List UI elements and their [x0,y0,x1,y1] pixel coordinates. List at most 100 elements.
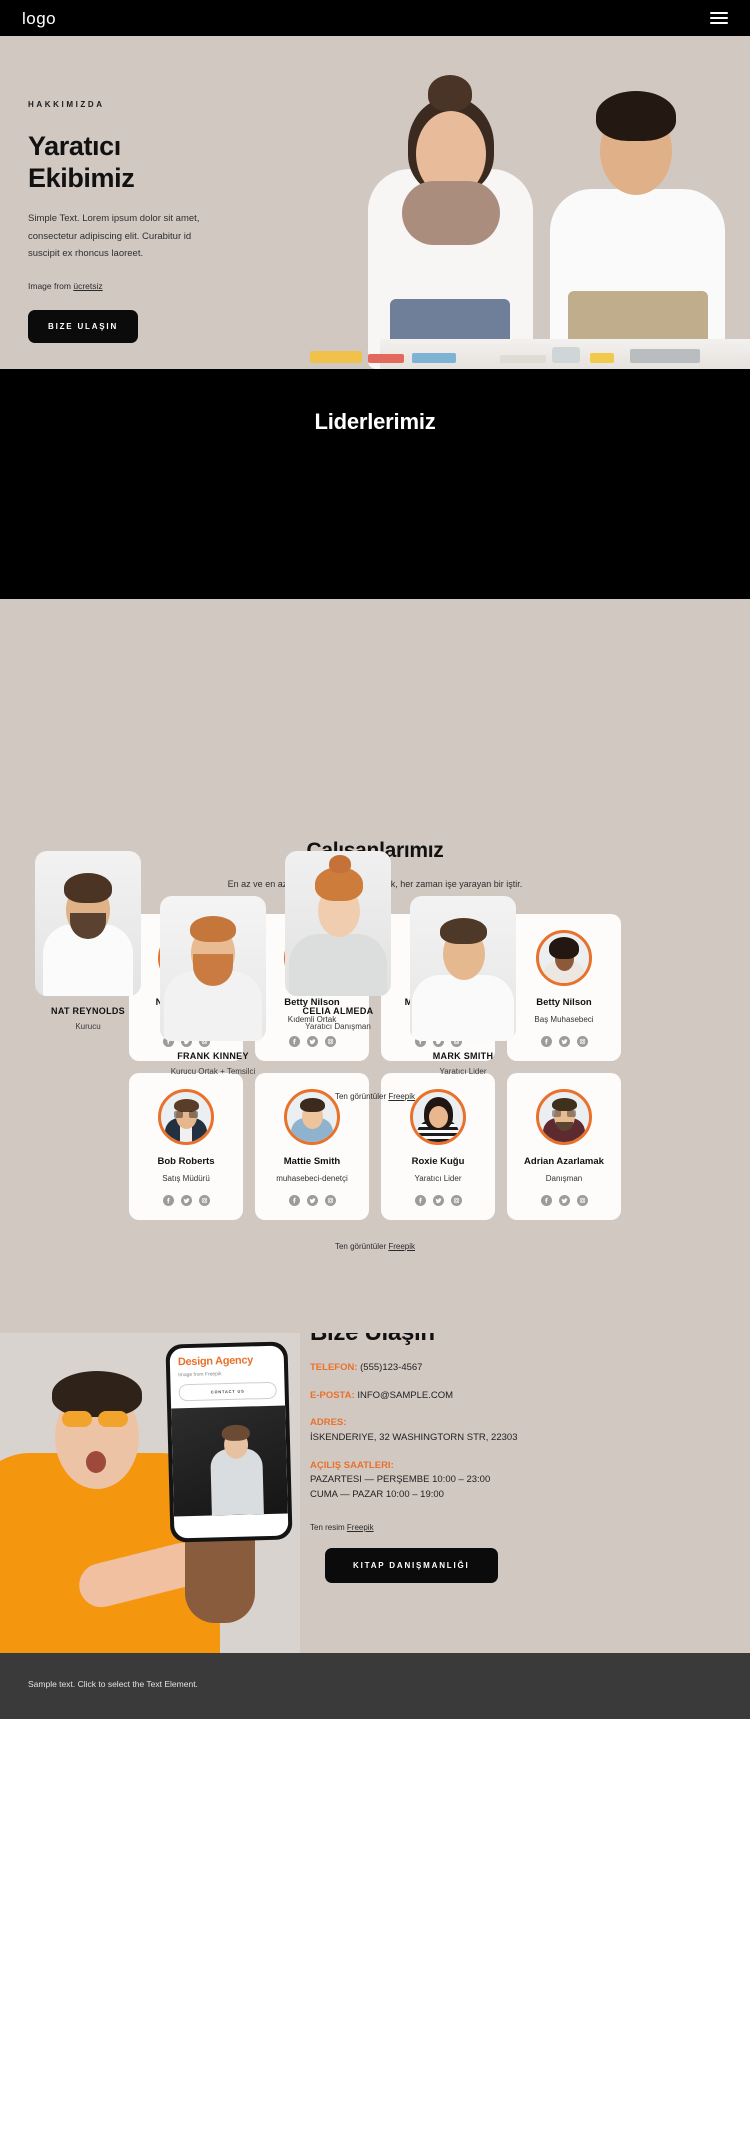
facebook-icon[interactable] [414,1194,426,1206]
contact-phone-row: TELEFON: (555)123-4567 [310,1361,710,1375]
contact-section: Design Agency Image from Freepik CONTACT… [0,1332,750,1653]
hero-desk-items [290,339,750,369]
contact-hours-label: AÇILIŞ SAATLERI: [310,1459,394,1471]
hero-title-line-2: Ekibimiz [28,162,135,193]
contact-address-value: İSKENDERIYE, 32 WASHINGTORN STR, 22303 [310,1431,518,1443]
hero-paragraph: Simple Text. Lorem ipsum dolor sit amet,… [28,213,200,260]
section-spacer [0,1260,750,1333]
twitter-icon[interactable] [180,1194,192,1206]
leader-role: Yaratıcı Lider [439,1067,487,1076]
instagram-icon[interactable] [450,1194,462,1206]
staff-name: Bob Roberts [157,1155,215,1167]
hero-cta-button[interactable]: BIZE ULAŞIN [28,309,139,343]
twitter-icon[interactable] [558,1194,570,1206]
contact-address-row: ADRES: İSKENDERIYE, 32 WASHINGTORN STR, … [310,1416,710,1445]
contact-hours-line-2: CUMA — PAZAR 10:00 – 19:00 [310,1489,444,1501]
contact-hours-line-1: PAZARTESI — PERŞEMBE 10:00 – 23:00 [310,1474,491,1486]
phone-mockup-image [171,1405,288,1517]
leader-name: CELIA ALMEDA [302,1006,374,1016]
leaders-credit-link[interactable]: Freepik [388,1092,415,1101]
staff-credit-link[interactable]: Freepik [388,1242,415,1251]
facebook-icon[interactable] [162,1194,174,1206]
leaders-credit-prefix: Ten görüntüler [334,1092,389,1101]
instagram-icon[interactable] [324,1194,336,1206]
staff-role: muhasebeci-denetçi [276,1173,348,1183]
leader-photo [410,896,516,1041]
leader-card[interactable]: CELIA ALMEDA Yaratıcı Danışman [285,851,391,1031]
contact-phone-value[interactable]: (555)123-4567 [360,1362,422,1373]
twitter-icon[interactable] [306,1194,318,1206]
hero-credit-link[interactable]: ücretsiz [73,281,102,291]
hero-image-credit: Image from ücretsiz [28,281,300,291]
instagram-icon[interactable] [576,1194,588,1206]
site-footer: Sample text. Click to select the Text El… [0,1652,750,1719]
staff-image-credit: Ten görüntüler Freepik [0,1242,750,1251]
social-links [540,1183,588,1206]
contact-email-label: E-POSTA: [310,1390,355,1401]
staff-name: Roxie Kuğu [411,1155,465,1167]
hamburger-menu-icon[interactable] [710,12,728,24]
staff-credit-prefix: Ten görüntüler [334,1241,389,1251]
leader-card[interactable]: MARK SMITH Yaratıcı Lider [410,896,516,1076]
contact-title: Bize Ulaşın [310,1333,710,1347]
twitter-icon[interactable] [432,1194,444,1206]
leaders-title: Liderlerimiz [314,409,436,434]
site-logo[interactable]: logo [22,10,56,27]
leader-name: MARK SMITH [432,1051,494,1061]
contact-phone-label: TELEFON: [310,1361,358,1373]
facebook-icon[interactable] [288,1194,300,1206]
hero-team-photo [290,36,750,369]
social-links [288,1183,336,1206]
leaders-image-credit: Ten görüntüler Freepik [0,1092,750,1101]
page-root: logo HAKKIMIZDA Yaratıcı Ekibimiz Simple… [0,0,750,1719]
contact-details: Bize Ulaşın TELEFON: (555)123-4567 E-POS… [310,1333,710,1583]
contact-email-row: E-POSTA: INFO@SAMPLE.COM [310,1389,710,1403]
leader-card[interactable]: NAT REYNOLDS Kurucu [35,851,141,1031]
burger-bar [710,22,728,24]
hero-content: HAKKIMIZDA Yaratıcı Ekibimiz Simple Text… [0,36,300,343]
contact-hours-row: AÇILIŞ SAATLERI: PAZARTESI — PERŞEMBE 10… [310,1459,710,1503]
contact-cta-button[interactable]: KITAP DANIŞMANLIĞI [325,1547,498,1583]
burger-bar [710,17,728,19]
phone-mockup-button: CONTACT US [178,1381,277,1402]
hero-person-man [528,69,748,369]
leaders-wrapper: Liderlerimiz NAT REYNOLDS Kurucu FRANK K… [0,369,750,1101]
leaders-card-row: NAT REYNOLDS Kurucu FRANK KINNEY Kurucu … [0,851,750,1111]
leader-name: FRANK KINNEY [177,1051,249,1061]
phone-screen: Design Agency Image from Freepik CONTACT… [169,1345,289,1539]
leader-role: Yaratıcı Danışman [305,1022,371,1031]
staff-role: Satış Müdürü [162,1173,210,1183]
leader-role: Kurucu Ortak + Temsilci [170,1067,256,1076]
contact-woman-photo: Design Agency Image from Freepik CONTACT… [0,1332,300,1653]
phone-mockup: Design Agency Image from Freepik CONTACT… [165,1341,293,1543]
leader-photo [35,851,141,996]
staff-role: Yaratıcı Lider [414,1173,462,1183]
contact-image-credit: Ten resim Freepik [310,1523,710,1532]
staff-name: Adrian Azarlamak [524,1155,604,1167]
site-header: logo [0,0,750,36]
contact-credit-link[interactable]: Freepik [347,1523,374,1532]
hero-title-line-1: Yaratıcı [28,131,121,161]
burger-bar [710,12,728,14]
contact-credit-prefix: Ten resim [310,1522,347,1532]
phone-mockup-title: Design Agency [177,1354,254,1369]
hero-eyebrow: HAKKIMIZDA [28,100,105,109]
leaders-section: Liderlerimiz [0,369,750,599]
hero-credit-prefix: Image from [28,280,74,291]
contact-email-value[interactable]: INFO@SAMPLE.COM [357,1390,453,1401]
leaders-lower-band [0,599,750,799]
leader-role: Kurucu [75,1022,101,1031]
leader-card[interactable]: FRANK KINNEY Kurucu Ortak + Temsilci [160,896,266,1076]
footer-text[interactable]: Sample text. Click to select the Text El… [28,1679,722,1689]
hero-title: Yaratıcı Ekibimiz [28,131,300,194]
instagram-icon[interactable] [198,1194,210,1206]
leader-photo [285,851,391,996]
staff-role: Danışman [545,1173,583,1183]
staff-name: Mattie Smith [283,1155,341,1167]
leader-photo [160,896,266,1041]
facebook-icon[interactable] [540,1194,552,1206]
social-links [162,1183,210,1206]
hero-person-woman [350,69,550,369]
social-links [414,1183,462,1206]
contact-address-label: ADRES: [310,1417,347,1429]
